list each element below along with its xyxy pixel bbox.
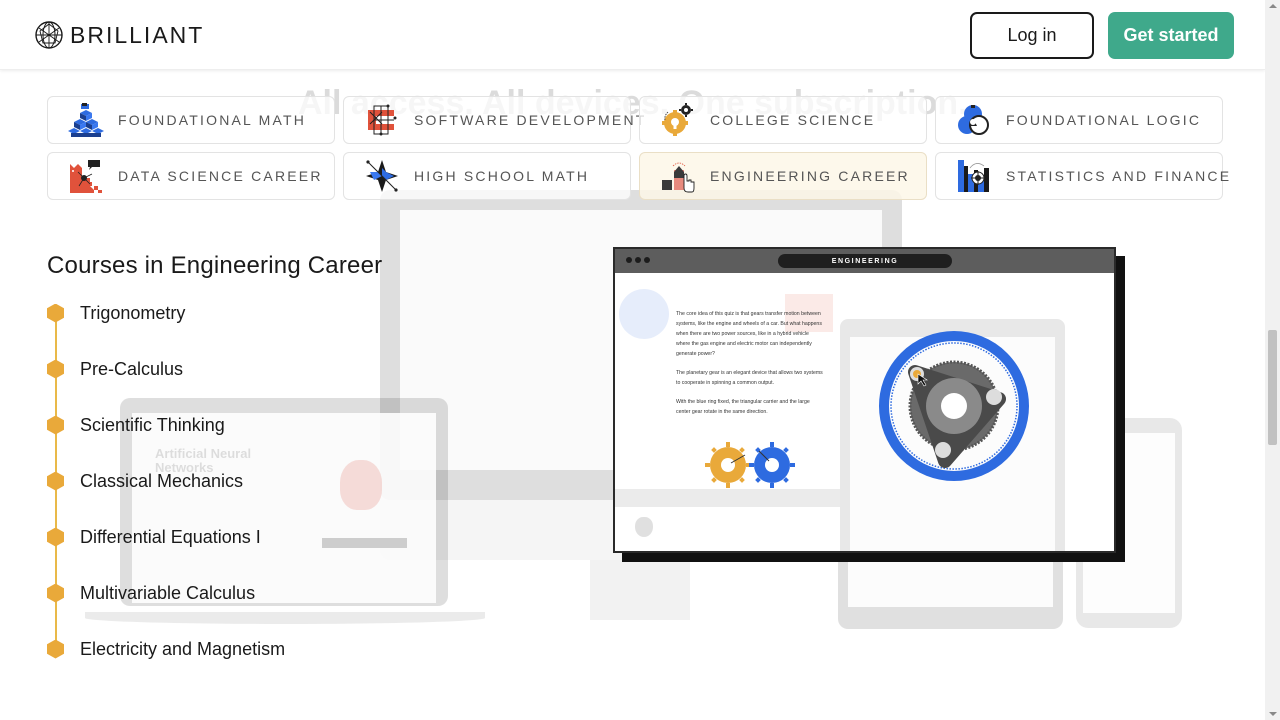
course-name: Scientific Thinking xyxy=(80,414,225,435)
hexagon-bullet-icon xyxy=(47,471,64,491)
engineering-career-icon xyxy=(662,162,695,193)
category-high-school-math[interactable]: High School Math xyxy=(343,152,631,200)
course-name: Pre-Calculus xyxy=(80,358,184,379)
college-science-icon xyxy=(662,103,693,136)
data-science-career-icon xyxy=(70,160,102,193)
category-software-development[interactable]: Software Development xyxy=(343,96,644,144)
lesson-paragraph: With the blue ring fixed, the triangular… xyxy=(676,399,810,415)
planetary-gear-icon xyxy=(879,331,1029,481)
faint-logic-icon xyxy=(619,289,669,339)
laptop-button-graphic xyxy=(322,538,407,548)
logo-wordmark: BRILLIANT xyxy=(70,21,205,48)
hexagon-bullet-icon xyxy=(47,639,64,659)
category-label: College Science xyxy=(710,112,876,128)
window-dots-icon xyxy=(626,257,650,263)
category-foundational-math[interactable]: Foundational Math xyxy=(47,96,335,144)
apple-logo-icon xyxy=(635,517,653,537)
scroll-up-arrow-icon[interactable] xyxy=(1269,4,1277,8)
course-item[interactable]: Electricity and Magnetism xyxy=(47,635,285,663)
high-school-math-icon xyxy=(366,160,398,192)
course-name: Electricity and Magnetism xyxy=(80,638,286,659)
software-development-icon xyxy=(368,104,397,136)
site-header: BRILLIANT Log in Get started xyxy=(0,0,1265,70)
courses-heading: Courses in Engineering Career xyxy=(47,252,383,279)
course-item[interactable]: Trigonometry xyxy=(47,299,185,327)
course-item[interactable]: Classical Mechanics xyxy=(47,467,243,495)
brilliant-logo[interactable]: BRILLIANT xyxy=(34,20,204,50)
scroll-down-arrow-icon[interactable] xyxy=(1269,712,1277,716)
course-name: Multivariable Calculus xyxy=(80,582,256,603)
category-statistics-finance[interactable]: Statistics and Finance xyxy=(935,152,1229,200)
interlocking-gears-icon xyxy=(705,442,795,488)
course-item[interactable]: Differential Equations I xyxy=(47,523,261,551)
laptop-base xyxy=(85,612,485,624)
course-item[interactable]: Scientific Thinking xyxy=(47,411,225,439)
scroll-thumb[interactable] xyxy=(1268,330,1277,445)
login-button[interactable]: Log in xyxy=(970,12,1094,59)
preview-title-pill: ENGINEERING xyxy=(778,254,952,268)
monitor-stand xyxy=(590,560,690,620)
course-name: Classical Mechanics xyxy=(80,470,244,491)
foundational-logic-icon xyxy=(958,105,989,135)
course-item[interactable]: Multivariable Calculus xyxy=(47,579,255,607)
course-name: Differential Equations I xyxy=(80,526,261,547)
hexagon-bullet-icon xyxy=(47,303,64,323)
category-college-science[interactable]: College Science xyxy=(639,96,927,144)
category-label: Foundational Logic xyxy=(1006,112,1202,128)
hexagon-bullet-icon xyxy=(47,583,64,603)
category-label: Data Science Career xyxy=(118,168,323,184)
lesson-paragraph: The planetary gear is an elegant device … xyxy=(676,370,823,386)
course-item[interactable]: Pre-Calculus xyxy=(47,355,183,383)
engineering-preview-window: ENGINEERING The core idea of this quiz i… xyxy=(613,247,1116,553)
category-label: High School Math xyxy=(414,168,590,184)
page-scrollbar[interactable] xyxy=(1265,0,1280,720)
brain-illustration xyxy=(340,460,382,510)
foundational-math-icon xyxy=(68,103,104,137)
faint-monitor-band xyxy=(615,489,840,507)
course-name: Trigonometry xyxy=(80,302,186,323)
hexagon-bullet-icon xyxy=(47,527,64,547)
category-grid: Foundational Math Software Development C… xyxy=(47,96,1229,200)
category-label: Software Development xyxy=(414,112,647,128)
category-data-science-career[interactable]: Data Science Career xyxy=(47,152,335,200)
statistics-finance-icon xyxy=(958,160,989,192)
lesson-paragraph: The core idea of this quiz is that gears… xyxy=(676,311,822,357)
category-label: Foundational Math xyxy=(118,112,307,128)
category-label: Statistics and Finance xyxy=(1006,168,1232,184)
globe-logo-icon xyxy=(35,21,63,49)
hexagon-bullet-icon xyxy=(47,415,64,435)
category-engineering-career[interactable]: Engineering Career xyxy=(639,152,927,200)
category-foundational-logic[interactable]: Foundational Logic xyxy=(935,96,1223,144)
page: All access. All devices. One subscriptio… xyxy=(0,0,1280,720)
hexagon-bullet-icon xyxy=(47,359,64,379)
lesson-text: The core idea of this quiz is that gears… xyxy=(676,309,824,426)
preview-titlebar: ENGINEERING xyxy=(615,249,1114,273)
get-started-button[interactable]: Get started xyxy=(1108,12,1234,59)
category-label: Engineering Career xyxy=(710,168,910,184)
